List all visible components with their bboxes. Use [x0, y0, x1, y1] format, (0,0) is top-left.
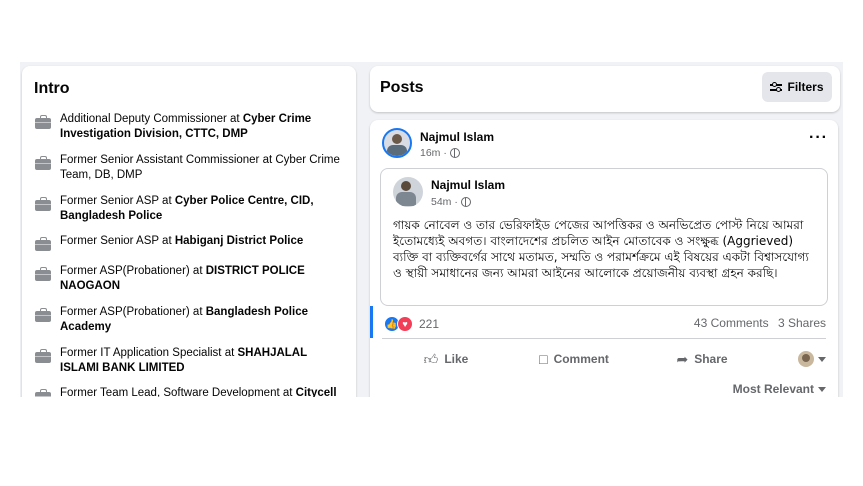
intro-item-prefix: Former Senior ASP at [60, 235, 175, 247]
intro-item-organization[interactable]: Citycell [296, 387, 337, 397]
intro-item-text: Former Senior ASP at Cyber Police Centre… [60, 194, 344, 224]
intro-item-prefix: Former Senior ASP at [60, 195, 175, 207]
divider [382, 338, 826, 339]
briefcase-icon [34, 308, 52, 322]
briefcase-icon [34, 267, 52, 281]
intro-item-prefix: Former IT Application Specialist at [60, 347, 238, 359]
shared-timestamp[interactable]: 54m · [431, 196, 471, 208]
intro-item-text: Former Senior Assistant Commissioner at … [60, 153, 344, 183]
intro-item: Former Senior ASP at Cyber Police Centre… [34, 194, 344, 224]
chevron-down-icon [818, 386, 826, 392]
intro-item: Former Team Lead, Software Development a… [34, 386, 344, 397]
comment-label: Comment [553, 352, 609, 366]
share-icon: ➦ [676, 350, 689, 367]
intro-item-organization[interactable]: Habiganj District Police [175, 235, 303, 247]
filters-icon [770, 82, 783, 92]
briefcase-icon [34, 237, 52, 251]
focus-indicator [370, 306, 373, 338]
intro-item: Former ASP(Probationer) at DISTRICT POLI… [34, 264, 344, 294]
love-reaction-icon: ♥ [397, 316, 413, 332]
post-timestamp[interactable]: 16m · [420, 147, 460, 159]
globe-icon [449, 148, 460, 158]
intro-item-text: Former Team Lead, Software Development a… [60, 386, 337, 397]
filters-label: Filters [787, 80, 824, 94]
intro-item-text: Former IT Application Specialist at SHAH… [60, 346, 344, 376]
posts-title: Posts [380, 79, 424, 96]
intro-item: Former Senior Assistant Commissioner at … [34, 153, 344, 183]
like-button[interactable]: 👍︎ Like [382, 351, 510, 368]
share-button[interactable]: ➦ Share [638, 351, 766, 368]
reactions-summary[interactable]: 👍 ♥ 221 [384, 316, 439, 332]
comments-count[interactable]: 43 Comments [694, 316, 769, 330]
avatar [798, 351, 814, 367]
briefcase-icon [34, 389, 52, 397]
intro-item-prefix: Former ASP(Probationer) at [60, 306, 206, 318]
intro-card: Intro Additional Deputy Commissioner at … [22, 66, 356, 397]
intro-item: Former Senior ASP at Habiganj District P… [34, 234, 344, 251]
intro-item: Former IT Application Specialist at SHAH… [34, 346, 344, 376]
chevron-down-icon [818, 356, 826, 362]
sort-label: Most Relevant [732, 382, 814, 396]
post-card: Najmul Islam 16m · ··· Najmul Islam 54m … [370, 120, 838, 397]
share-label: Share [694, 352, 728, 366]
globe-icon [460, 197, 471, 207]
comment-button[interactable]: □ Comment [510, 351, 638, 367]
engagement-counts: 43 Comments 3 Shares [688, 316, 826, 330]
shared-post-text: গায়ক নোবেল ও তার ভেরিফাইড পেজের আপত্তিক… [393, 218, 809, 280]
intro-title: Intro [34, 80, 70, 97]
intro-item: Additional Deputy Commissioner at Cyber … [34, 112, 344, 142]
like-label: Like [444, 352, 469, 366]
reaction-profile-selector[interactable] [766, 351, 826, 367]
shared-time: 54m · [431, 196, 458, 208]
intro-item-prefix: Former ASP(Probationer) at [60, 265, 206, 277]
intro-item-prefix: Additional Deputy Commissioner at [60, 113, 243, 125]
comment-icon: □ [539, 351, 548, 367]
post-actions: 👍︎ Like □ Comment ➦ Share [382, 344, 826, 374]
comment-sort-button[interactable]: Most Relevant [733, 382, 826, 396]
shares-count[interactable]: 3 Shares [778, 316, 826, 330]
posts-header: Posts Filters [370, 66, 840, 112]
thumbs-up-icon: 👍︎ [423, 350, 439, 367]
shared-post[interactable]: Najmul Islam 54m · গায়ক নোবেল ও তার ভের… [380, 168, 828, 306]
intro-item: Former ASP(Probationer) at Bangladesh Po… [34, 305, 344, 335]
post-author-name[interactable]: Najmul Islam [420, 130, 494, 144]
intro-item-prefix: Former Team Lead, Software Development a… [60, 387, 296, 397]
briefcase-icon [34, 197, 52, 211]
reaction-count: 221 [419, 317, 440, 331]
intro-item-text: Former ASP(Probationer) at Bangladesh Po… [60, 305, 344, 335]
filters-button[interactable]: Filters [762, 72, 832, 102]
profile-content: Intro Additional Deputy Commissioner at … [20, 62, 843, 397]
intro-item-prefix: Former Senior Assistant Commissioner at … [60, 154, 340, 181]
briefcase-icon [34, 349, 52, 363]
intro-item-text: Former ASP(Probationer) at DISTRICT POLI… [60, 264, 344, 294]
briefcase-icon [34, 156, 52, 170]
shared-author-name[interactable]: Najmul Islam [431, 178, 505, 192]
shared-author-avatar[interactable] [393, 177, 423, 207]
briefcase-icon [34, 115, 52, 129]
intro-item-text: Former Senior ASP at Habiganj District P… [60, 234, 303, 251]
post-time: 16m · [420, 147, 447, 159]
more-icon[interactable]: ··· [809, 130, 828, 146]
intro-item-text: Additional Deputy Commissioner at Cyber … [60, 112, 344, 142]
author-avatar[interactable] [382, 128, 412, 158]
